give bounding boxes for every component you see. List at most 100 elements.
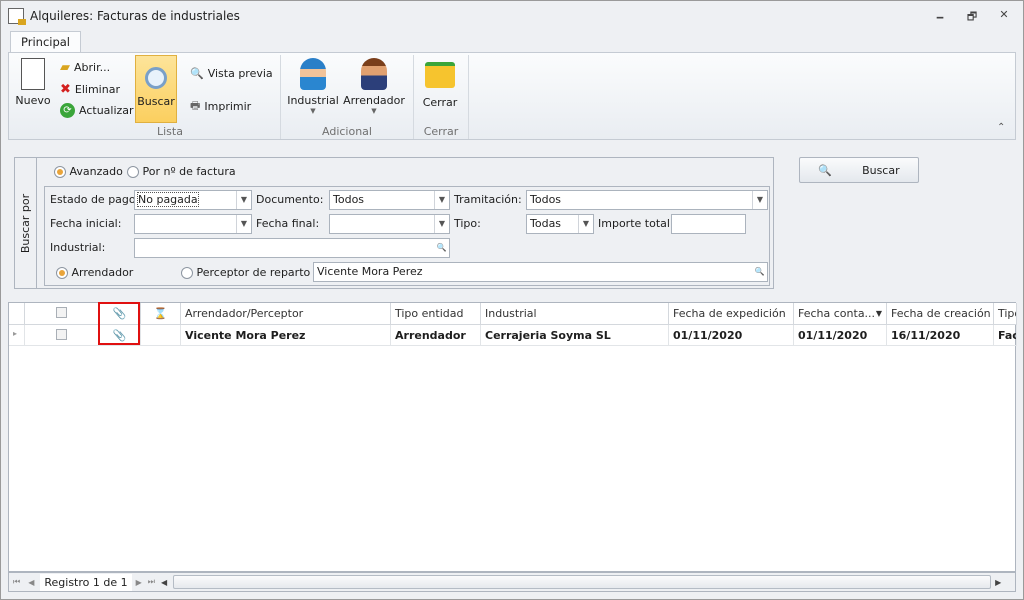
- fecha-inicial-input[interactable]: ▼: [134, 214, 252, 234]
- first-record-button[interactable]: ⏮: [13, 577, 20, 587]
- column-header-tipo[interactable]: Tipo: [994, 303, 1017, 325]
- column-header-industrial[interactable]: Industrial: [481, 303, 669, 325]
- industrial-label: Industrial: [287, 94, 339, 107]
- arrendador-label: Arrendador: [343, 94, 405, 107]
- group-adicional-label: Adicional: [322, 125, 372, 138]
- collapse-ribbon-button[interactable]: ⌃: [997, 122, 1005, 133]
- industrial-filter-label: Industrial:: [50, 241, 106, 254]
- buscar-label: Buscar: [137, 95, 175, 108]
- group-cerrar-label: Cerrar: [423, 125, 459, 138]
- arrendador-dropdown-button[interactable]: Arrendador ▼: [343, 58, 405, 115]
- minimize-button[interactable]: 🗕: [930, 8, 950, 24]
- printer-icon: 🖶: [190, 99, 201, 112]
- importe-label: Importe total:: [598, 217, 674, 230]
- column-header-fecha-expedicion[interactable]: Fecha de expedición: [669, 303, 794, 325]
- arrendador-radio-label: Arrendador: [71, 266, 134, 279]
- app-icon: [8, 8, 26, 25]
- tipo-label: Tipo:: [454, 217, 481, 230]
- worker-icon: [300, 58, 326, 90]
- imprimir-label: Imprimir: [204, 100, 252, 113]
- scroll-right-button[interactable]: ▶: [995, 578, 1001, 587]
- por-factura-label: Por nº de factura: [142, 165, 236, 178]
- group-separator: [468, 55, 469, 139]
- tramitacion-select[interactable]: Todos ▼: [526, 190, 768, 210]
- next-record-button[interactable]: ▶: [136, 578, 142, 587]
- buscar-ribbon-button[interactable]: Buscar: [135, 55, 177, 123]
- imprimir-button[interactable]: 🖶 Imprimir: [190, 97, 251, 116]
- group-lista-label: Lista: [157, 125, 183, 138]
- buscar-por-label: Buscar por: [15, 158, 37, 288]
- cell-tipo-entidad[interactable]: Arrendador: [391, 325, 481, 346]
- column-header-fecha-contable[interactable]: Fecha conta... ▼: [794, 303, 887, 325]
- sort-descending-icon: ▼: [875, 309, 882, 318]
- cell-fecha-expedicion[interactable]: 01/11/2020: [669, 325, 794, 346]
- folder-exit-icon: [425, 62, 455, 88]
- radio-avanzado[interactable]: Avanzado: [54, 165, 123, 178]
- tramitacion-label: Tramitación:: [454, 193, 522, 206]
- radio-por-factura[interactable]: Por nº de factura: [127, 165, 236, 178]
- column-header-fecha-creacion[interactable]: Fecha de creación: [887, 303, 994, 325]
- buscar-button-label: Buscar: [862, 163, 900, 177]
- record-counter: Registro 1 de 1: [40, 573, 132, 591]
- tab-principal[interactable]: Principal: [10, 31, 82, 53]
- nuevo-button[interactable]: Nuevo: [14, 58, 52, 107]
- tipo-select[interactable]: Todas ▼: [526, 214, 594, 234]
- refresh-icon: ⟳: [60, 103, 75, 118]
- fecha-inicial-label: Fecha inicial:: [50, 217, 122, 230]
- cell-tipo[interactable]: Fac: [994, 325, 1017, 346]
- attachment-highlight: [98, 302, 140, 345]
- cell-arrendador[interactable]: Vicente Mora Perez: [181, 325, 391, 346]
- industrial-input[interactable]: 🔍: [134, 238, 450, 258]
- close-button[interactable]: ✕: [994, 8, 1014, 24]
- eliminar-label: Eliminar: [74, 83, 120, 96]
- search-icon: 🔍: [436, 243, 447, 252]
- buscar-button[interactable]: 🔍 Buscar: [799, 157, 919, 183]
- window-title: Alquileres: Facturas de industriales: [30, 9, 240, 23]
- vista-previa-label: Vista previa: [207, 67, 273, 80]
- persona-input[interactable]: Vicente Mora Perez 🔍: [313, 262, 768, 282]
- status-column-header[interactable]: ⌛: [141, 303, 181, 325]
- eliminar-button[interactable]: ✖ Eliminar: [60, 82, 120, 97]
- title-bar: Alquileres: Facturas de industriales: [8, 4, 240, 28]
- importe-input[interactable]: [671, 214, 746, 234]
- industrial-dropdown-button[interactable]: Industrial ▼: [287, 58, 339, 115]
- radio-arrendador[interactable]: Arrendador: [56, 266, 133, 279]
- delete-icon: ✖: [60, 82, 71, 97]
- grid-footer: ⏮ ◀ Registro 1 de 1 ▶ ⏭ ◀ ▶: [8, 572, 1016, 592]
- cerrar-ribbon-button[interactable]: Cerrar: [420, 58, 460, 109]
- estado-pago-label: Estado de pago:: [50, 193, 140, 206]
- cell-industrial[interactable]: Cerrajeria Soyma SL: [481, 325, 669, 346]
- actualizar-label: Actualizar: [79, 104, 134, 117]
- documento-select[interactable]: Todos ▼: [329, 190, 450, 210]
- fecha-final-input[interactable]: ▼: [329, 214, 450, 234]
- vista-previa-button[interactable]: 🔍 Vista previa: [190, 67, 273, 80]
- magnifier-icon: 🔍: [818, 163, 833, 177]
- cell-fecha-creacion[interactable]: 16/11/2020: [887, 325, 994, 346]
- cerrar-label: Cerrar: [422, 96, 458, 109]
- horizontal-scrollbar[interactable]: [173, 575, 992, 589]
- radio-perceptor[interactable]: Perceptor de reparto: [181, 266, 310, 279]
- cell-fecha-contable[interactable]: 01/11/2020: [794, 325, 887, 346]
- column-header-tipo-entidad[interactable]: Tipo entidad: [391, 303, 481, 325]
- row-indicator-header: [9, 303, 25, 325]
- landlord-key-icon: [361, 58, 387, 90]
- row-indicator[interactable]: ▸: [9, 325, 25, 346]
- abrir-label: Abrir...: [74, 61, 111, 74]
- hourglass-icon: ⌛: [153, 307, 168, 320]
- magnifier-icon: [145, 67, 167, 89]
- last-record-button[interactable]: ⏭: [148, 577, 155, 587]
- actualizar-button[interactable]: ⟳ Actualizar: [60, 103, 134, 118]
- fecha-final-label: Fecha final:: [256, 217, 320, 230]
- prev-record-button[interactable]: ◀: [28, 578, 34, 587]
- column-header-arrendador[interactable]: Arrendador/Perceptor: [181, 303, 391, 325]
- estado-pago-select[interactable]: No pagada ▼: [134, 190, 252, 210]
- scroll-left-button[interactable]: ◀: [161, 578, 167, 587]
- abrir-button[interactable]: ▰ Abrir...: [60, 60, 110, 75]
- folder-icon: ▰: [60, 60, 70, 75]
- row-status: [141, 325, 181, 346]
- preview-icon: 🔍: [190, 67, 204, 80]
- select-all-checkbox[interactable]: [25, 303, 99, 325]
- row-checkbox[interactable]: [25, 325, 99, 346]
- restore-button[interactable]: 🗗: [962, 8, 982, 24]
- search-icon: 🔍: [754, 267, 765, 276]
